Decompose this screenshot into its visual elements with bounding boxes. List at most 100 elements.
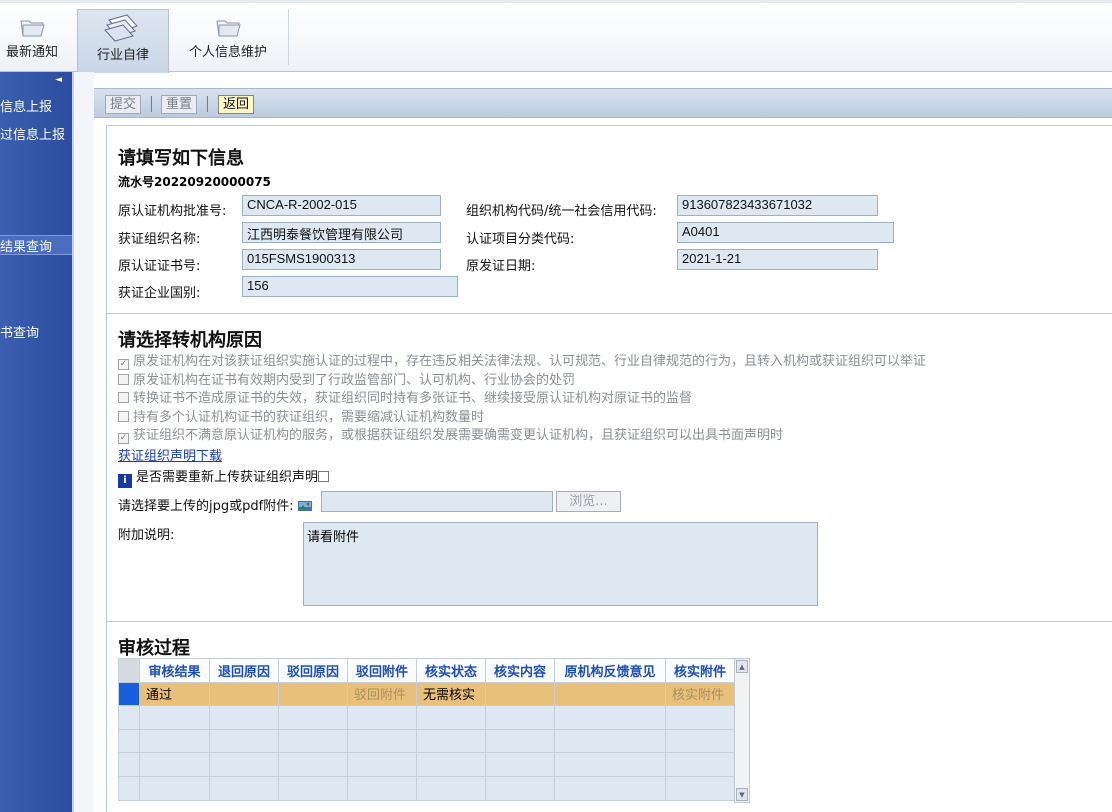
note-textarea[interactable]: 请看附件 xyxy=(303,522,818,606)
field-label: 认证项目分类代码: xyxy=(466,232,575,247)
upload-label: 请选择要上传的jpg或pdf附件: xyxy=(118,495,312,514)
declaration-download-link[interactable]: 获证组织声明下载 xyxy=(118,445,222,464)
folder-icon xyxy=(20,20,45,37)
table-cell: 通过 xyxy=(139,681,210,707)
reason-option-4[interactable]: 持有多个认证机构证书的获证组织，需要缩减认证机构数量时 xyxy=(118,406,484,425)
table-row[interactable]: 通过 驳回附件 无需核实 核实附件 xyxy=(118,681,735,707)
checkbox-checked-icon[interactable]: ✓ xyxy=(118,433,129,444)
column-header[interactable]: 驳回原因 xyxy=(278,658,348,683)
table-cell xyxy=(347,728,417,754)
column-header[interactable]: 驳回附件 xyxy=(347,658,417,683)
table-cell xyxy=(209,681,279,707)
issue-date-field[interactable]: 2021-1-21 xyxy=(677,249,878,270)
verify-attachment-link[interactable]: 核实附件 xyxy=(665,681,735,707)
cert-number-field[interactable]: 015FSMS1900313 xyxy=(242,249,441,270)
tab-label: 个人信息维护 xyxy=(188,45,267,60)
table-cell xyxy=(416,728,486,754)
reupload-label: 是否需要重新上传获证组织声明 xyxy=(136,470,319,485)
row-selector[interactable] xyxy=(118,728,140,754)
sidebar-item-passed-report[interactable]: 过信息上报 xyxy=(0,124,72,143)
table-row[interactable] xyxy=(118,752,735,777)
reason-text: 原发证机构在证书有效期内受到了行政监管部门、认可机构、行业协会的处罚 xyxy=(133,373,576,388)
category-code-field[interactable]: A0401 xyxy=(677,222,894,243)
note-label: 附加说明: xyxy=(118,528,175,543)
field-label: 原发证日期: xyxy=(466,259,536,274)
table-cell xyxy=(416,705,486,730)
table-row[interactable] xyxy=(118,775,735,801)
column-header[interactable]: 核实状态 xyxy=(416,658,486,683)
checkbox-icon[interactable] xyxy=(118,411,129,422)
table-cell xyxy=(278,752,348,777)
checkbox-icon[interactable] xyxy=(118,392,129,403)
tab-personal-info[interactable]: 个人信息维护 xyxy=(180,9,276,73)
table-cell xyxy=(209,775,279,801)
reason-option-5[interactable]: ✓ 获证组织不满意原认证机构的服务，或根据获证组织发展需要确需变更认证机构，且获证… xyxy=(118,424,783,444)
form-heading: 请填写如下信息 xyxy=(118,148,244,169)
field-label: 获证组织名称: xyxy=(118,232,201,247)
table-cell xyxy=(554,728,666,754)
reason-option-2[interactable]: 原发证机构在证书有效期内受到了行政监管部门、认可机构、行业协会的处罚 xyxy=(118,369,575,388)
serial-number: 流水号20220920000075 xyxy=(118,175,271,189)
reason-option-1[interactable]: ✓ 原发证机构在对该获证组织实施认证的过程中，存在违反相关法律法规、认可规范、行业… xyxy=(118,350,926,370)
table-cell xyxy=(485,752,555,777)
reupload-checkbox[interactable] xyxy=(318,471,330,482)
row-selector[interactable] xyxy=(118,775,140,801)
sidebar-splitter[interactable] xyxy=(72,72,94,812)
table-cell xyxy=(554,775,666,801)
column-header[interactable]: 原机构反馈意见 xyxy=(554,658,666,683)
scroll-down-icon[interactable]: ▼ xyxy=(736,788,748,801)
top-nav-bar: 最新通知 行业自律 个人信息维护 xyxy=(0,0,1112,73)
sidebar: ◄ 信息上报 过信息上报 结果查询 书查询 xyxy=(0,72,72,812)
reason-text: 转换证书不造成原证书的失效，获证组织同时持有多张证书、继续接受原认证机构对原证书… xyxy=(133,391,693,406)
column-header[interactable]: 核实附件 xyxy=(665,658,735,683)
tab-latest-notice[interactable]: 最新通知 xyxy=(0,9,64,73)
table-cell xyxy=(209,752,279,777)
table-cell xyxy=(278,775,348,801)
column-header[interactable]: 退回原因 xyxy=(209,658,279,683)
upload-label-text: 请选择要上传的jpg或pdf附件: xyxy=(118,499,294,514)
approval-number-field[interactable]: CNCA-R-2002-015 xyxy=(242,195,441,216)
field-label: 组织机构代码/统一社会信用代码: xyxy=(466,204,657,219)
sidebar-item-cert-query[interactable]: 书查询 xyxy=(0,322,72,341)
column-header[interactable]: 审核结果 xyxy=(139,658,210,683)
reupload-row: i 是否需要重新上传获证组织声明 xyxy=(118,466,330,488)
checkbox-icon[interactable] xyxy=(118,374,129,385)
table-cell xyxy=(209,705,279,730)
collapse-arrow-icon[interactable]: ◄ xyxy=(55,75,62,85)
table-cell xyxy=(665,728,735,754)
row-selector[interactable] xyxy=(118,705,140,730)
section-divider xyxy=(107,621,1112,622)
sidebar-item-result-query[interactable]: 结果查询 xyxy=(0,235,72,255)
reason-option-3[interactable]: 转换证书不造成原证书的失效，获证组织同时持有多张证书、继续接受原认证机构对原证书… xyxy=(118,387,692,406)
image-icon xyxy=(297,501,312,511)
table-cell xyxy=(665,752,735,777)
reasons-heading: 请选择转机构原因 xyxy=(118,330,262,351)
table-header-row: 审核结果 退回原因 驳回原因 驳回附件 核实状态 核实内容 原机构反馈意见 核实… xyxy=(118,658,735,683)
table-cell xyxy=(554,705,666,730)
submit-button[interactable]: 提交 xyxy=(105,95,142,114)
row-selector[interactable] xyxy=(118,752,140,777)
back-button[interactable]: 返回 xyxy=(218,95,255,114)
org-name-field[interactable]: 江西明泰餐饮管理有限公司 xyxy=(242,222,441,243)
table-cell xyxy=(485,681,555,707)
file-path-input[interactable] xyxy=(321,491,553,512)
reason-text: 原发证机构在对该获证组织实施认证的过程中，存在违反相关法律法规、认可规范、行业自… xyxy=(133,354,927,369)
browse-button[interactable]: 浏览... xyxy=(556,491,621,512)
row-header-corner xyxy=(118,658,140,683)
country-field[interactable]: 156 xyxy=(242,276,458,297)
sidebar-item-info-report[interactable]: 信息上报 xyxy=(0,96,72,115)
table-row[interactable] xyxy=(118,728,735,754)
tab-industry-self-discipline[interactable]: 行业自律 xyxy=(77,9,169,73)
reject-attachment-link[interactable]: 驳回附件 xyxy=(347,681,417,707)
table-cell xyxy=(416,775,486,801)
table-row[interactable] xyxy=(118,705,735,730)
reset-button[interactable]: 重置 xyxy=(161,95,198,114)
section-divider xyxy=(107,313,1112,314)
tab-label: 最新通知 xyxy=(5,45,58,60)
table-cell: 无需核实 xyxy=(416,681,486,707)
table-scrollbar[interactable]: ▲ ▼ xyxy=(734,658,750,803)
scroll-up-icon[interactable]: ▲ xyxy=(736,660,748,673)
row-selector[interactable] xyxy=(118,681,140,707)
column-header[interactable]: 核实内容 xyxy=(485,658,555,683)
credit-code-field[interactable]: 913607823433671032 xyxy=(677,195,878,216)
